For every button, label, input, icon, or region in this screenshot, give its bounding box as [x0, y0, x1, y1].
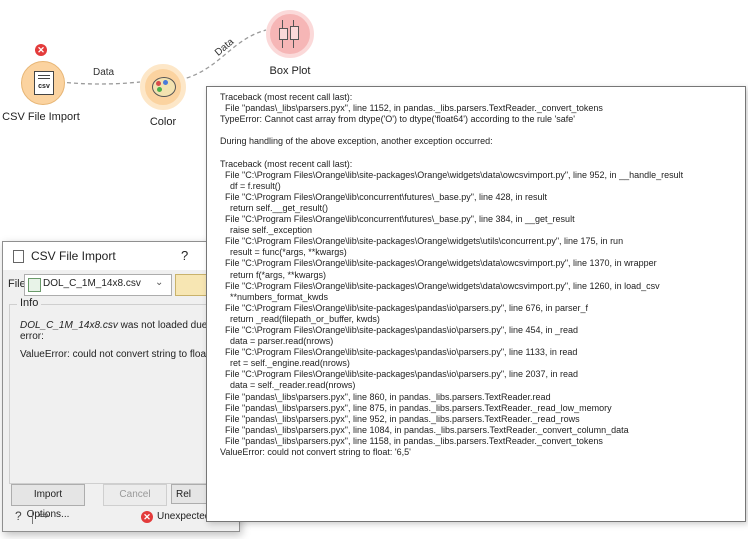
status-help-icon[interactable]: ? — [15, 509, 22, 523]
traceback-line: raise self._exception — [220, 225, 313, 236]
info-filename: DOL_C_1M_14x8.csv — [20, 320, 118, 331]
traceback-line: File "C:\Program Files\Orange\lib\site-p… — [220, 236, 624, 247]
traceback-line: ret = self._engine.read(nrows) — [220, 358, 350, 369]
traceback-line: File "C:\Program Files\Orange\lib\concur… — [220, 191, 548, 202]
output-icon[interactable]: ⇨ — [39, 508, 49, 522]
box-plot-node[interactable] — [266, 10, 314, 58]
csv-import-dialog[interactable]: CSV File Import ? File: DOL_C_1M_14x8.cs… — [2, 241, 247, 532]
traceback-line: Traceback (most recent call last): — [220, 92, 353, 102]
window-icon — [13, 250, 24, 263]
csv-icon-text: csv — [38, 83, 50, 90]
traceback-line: File "pandas\_libs\parsers.pyx", line 95… — [220, 413, 580, 424]
traceback-line: data = parser.read(nrows) — [220, 336, 334, 347]
traceback-line: File "C:\Program Files\Orange\lib\site-p… — [220, 347, 578, 358]
traceback-line: data = self._reader.read(nrows) — [220, 380, 356, 391]
link-csv-color[interactable] — [59, 81, 141, 85]
traceback-line: ValueError: could not convert string to … — [220, 447, 411, 457]
traceback-line: File "C:\Program Files\Orange\lib\site-p… — [220, 302, 589, 313]
traceback-line — [220, 147, 683, 158]
info-legend: Info — [17, 297, 42, 309]
error-icon[interactable]: ✕ — [35, 44, 47, 56]
info-msg-line2: error: — [20, 331, 44, 342]
traceback-line: File "C:\Program Files\Orange\lib\site-p… — [220, 280, 660, 291]
csv-small-icon — [28, 278, 41, 292]
traceback-line: File "pandas\_libs\parsers.pyx", line 11… — [220, 103, 603, 114]
traceback-line: TypeError: Cannot cast array from dtype(… — [220, 114, 575, 125]
palette-icon — [152, 77, 176, 97]
traceback-line: return _read(filepath_or_buffer, kwds) — [220, 313, 380, 324]
traceback-line: File "C:\Program Files\Orange\lib\site-p… — [220, 369, 579, 380]
traceback-line: Traceback (most recent call last): — [220, 158, 353, 169]
traceback-line: File "C:\Program Files\Orange\lib\site-p… — [220, 324, 579, 335]
box-plot-node-label: Box Plot — [269, 65, 311, 77]
traceback-line: df = f.result() — [220, 180, 281, 191]
traceback-line: File "pandas\_libs\parsers.pyx", line 86… — [220, 391, 551, 402]
traceback-tooltip: Traceback (most recent call last): File … — [206, 86, 746, 522]
traceback-line: return f(*args, **kwargs) — [220, 269, 327, 280]
file-select-value: DOL_C_1M_14x8.csv — [43, 278, 141, 289]
status-divider — [32, 510, 33, 524]
link-label-csv-color: Data — [93, 67, 115, 78]
dialog-titlebar[interactable]: CSV File Import ? — [3, 242, 239, 270]
import-options-button[interactable]: Import Options... — [11, 484, 85, 520]
cancel-button[interactable]: Cancel — [103, 484, 167, 506]
traceback-line: File "pandas\_libs\parsers.pyx", line 87… — [220, 402, 612, 413]
traceback-line: result = func(*args, **kwargs) — [220, 247, 347, 258]
traceback-text: Traceback (most recent call last): File … — [220, 92, 683, 458]
csv-import-node-label: CSV File Import — [2, 111, 80, 123]
unexpected-error-icon: ✕ — [141, 511, 153, 523]
traceback-line — [220, 125, 683, 136]
traceback-line: **numbers_format_kwds — [220, 291, 329, 302]
box-plot-icon — [279, 20, 301, 48]
dialog-title: CSV File Import — [31, 249, 116, 263]
traceback-line: File "C:\Program Files\Orange\lib\site-p… — [220, 169, 684, 180]
help-icon[interactable]: ? — [181, 248, 188, 263]
info-error: ValueError: could not convert string to … — [20, 349, 222, 360]
traceback-line: File "C:\Program Files\Orange\lib\site-p… — [220, 258, 657, 269]
csv-import-node[interactable]: csv — [21, 61, 65, 105]
chevron-down-icon: ⌄ — [155, 277, 164, 288]
color-node-label: Color — [149, 116, 177, 128]
traceback-line: File "pandas\_libs\parsers.pyx", line 10… — [220, 424, 629, 435]
traceback-line: File "C:\Program Files\Orange\lib\concur… — [220, 214, 575, 225]
file-select[interactable]: DOL_C_1M_14x8.csv ⌄ — [24, 274, 172, 296]
traceback-line: return self.__get_result() — [220, 202, 329, 213]
traceback-line: File "pandas\_libs\parsers.pyx", line 11… — [220, 435, 603, 446]
traceback-line: During handling of the above exception, … — [220, 136, 493, 147]
csv-file-icon: csv — [34, 71, 54, 95]
color-node[interactable] — [140, 64, 186, 110]
